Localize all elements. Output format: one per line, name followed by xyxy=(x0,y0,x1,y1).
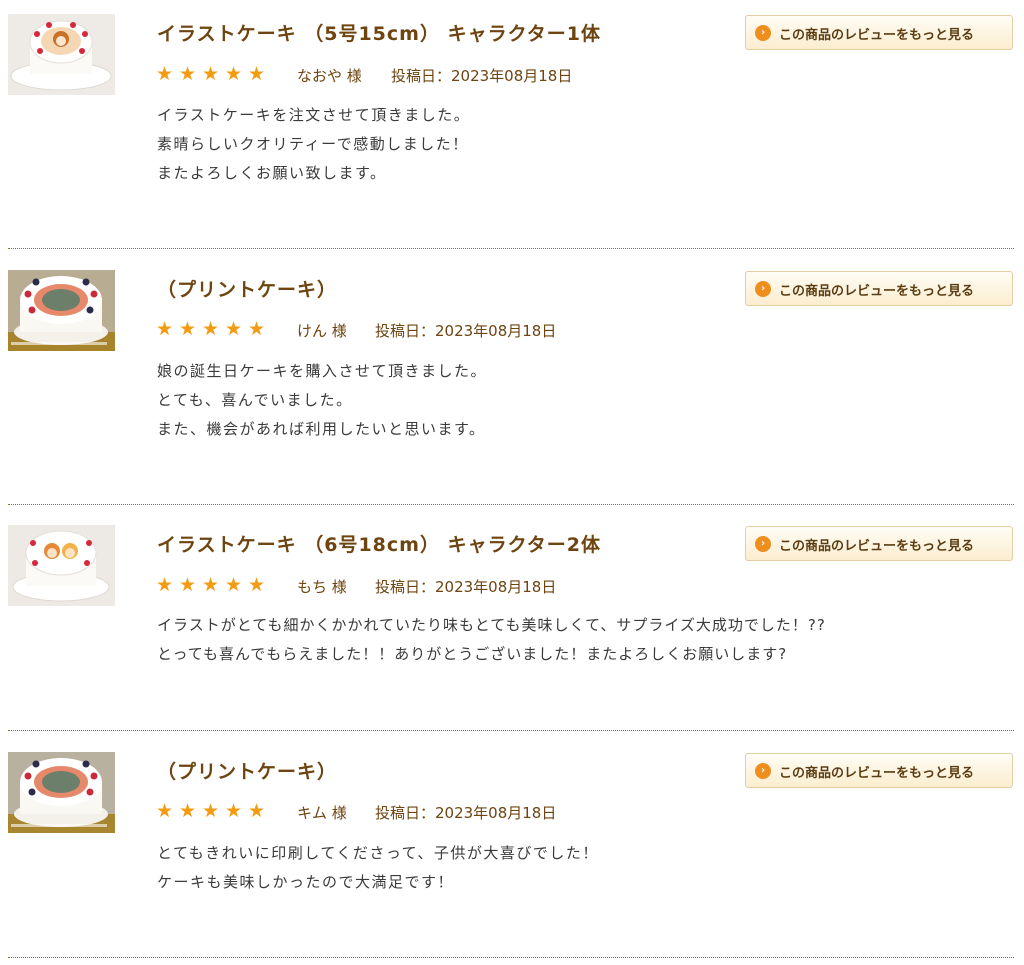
rating-stars: ★ ★ ★ ★ ★ xyxy=(156,574,271,596)
star-icon: ★ xyxy=(179,574,197,596)
star-icon: ★ xyxy=(202,63,220,85)
review-text: イラストがとても細かくかかれていたり味もとても美味しくて、サプライズ大成功でした… xyxy=(157,611,826,669)
review-line: とてもきれいに印刷してくださって、子供が大喜びでした！ xyxy=(157,844,599,862)
reviewer-name: けん 様 xyxy=(297,322,347,340)
review-line: 素晴らしいクオリティーで感動しました！ xyxy=(157,135,469,153)
product-thumbnail[interactable] xyxy=(8,752,115,833)
star-icon: ★ xyxy=(225,63,243,85)
cake-image xyxy=(8,752,115,833)
review-divider xyxy=(8,957,1014,958)
more-reviews-label: この商品のレビューをもっと見る xyxy=(779,284,975,299)
star-icon: ★ xyxy=(225,318,243,340)
more-reviews-button[interactable]: › この商品のレビューをもっと見る xyxy=(745,753,1013,788)
rating-stars: ★ ★ ★ ★ ★ xyxy=(156,63,271,85)
review-line: イラストがとても細かくかかれていたり味もとても美味しくて、サプライズ大成功でした… xyxy=(157,616,826,634)
review-line: ケーキも美味しかったので大満足です！ xyxy=(157,873,455,891)
star-icon: ★ xyxy=(156,63,174,85)
review-line: 娘の誕生日ケーキを購入させて頂きました。 xyxy=(157,362,488,380)
reviewer-name: なおや 様 xyxy=(297,67,362,85)
more-reviews-button[interactable]: › この商品のレビューをもっと見る xyxy=(745,15,1013,50)
review-line: とても、喜んでいました。 xyxy=(157,391,353,409)
star-icon: ★ xyxy=(202,800,220,822)
post-date: 投稿日：2023年08月18日 xyxy=(391,67,573,85)
reviewer-name: もち 様 xyxy=(297,578,347,596)
star-icon: ★ xyxy=(248,574,266,596)
star-icon: ★ xyxy=(156,574,174,596)
star-icon: ★ xyxy=(156,318,174,340)
star-icon: ★ xyxy=(225,574,243,596)
star-icon: ★ xyxy=(248,318,266,340)
star-icon: ★ xyxy=(202,318,220,340)
chevron-right-icon: › xyxy=(755,763,771,779)
more-reviews-label: この商品のレビューをもっと見る xyxy=(779,766,975,781)
star-icon: ★ xyxy=(179,63,197,85)
product-title[interactable]: （プリントケーキ） xyxy=(157,757,337,784)
cake-image xyxy=(8,14,115,95)
chevron-right-icon: › xyxy=(755,25,771,41)
review-line: イラストケーキを注文させて頂きました。 xyxy=(157,106,471,124)
review-divider xyxy=(8,248,1014,249)
rating-stars: ★ ★ ★ ★ ★ xyxy=(156,800,271,822)
star-icon: ★ xyxy=(202,574,220,596)
product-thumbnail[interactable] xyxy=(8,525,115,606)
star-icon: ★ xyxy=(248,63,266,85)
cake-image xyxy=(8,270,115,351)
star-icon: ★ xyxy=(225,800,243,822)
review-divider xyxy=(8,730,1014,731)
chevron-right-icon: › xyxy=(755,281,771,297)
more-reviews-button[interactable]: › この商品のレビューをもっと見る xyxy=(745,271,1013,306)
review-line: とっても喜んでもらえました！！ありがとうございました！またよろしくお願いします? xyxy=(157,645,788,663)
product-title[interactable]: イラストケーキ （6号18cm） キャラクター2体 xyxy=(157,530,601,557)
review-text: イラストケーキを注文させて頂きました。 素晴らしいクオリティーで感動しました！ … xyxy=(157,101,470,188)
review-text: とてもきれいに印刷してくださって、子供が大喜びでした！ ケーキも美味しかったので… xyxy=(157,839,599,897)
product-title[interactable]: （プリントケーキ） xyxy=(157,275,337,302)
product-title[interactable]: イラストケーキ （5号15cm） キャラクター1体 xyxy=(157,19,601,46)
rating-stars: ★ ★ ★ ★ ★ xyxy=(156,318,271,340)
product-thumbnail[interactable] xyxy=(8,14,115,95)
chevron-right-icon: › xyxy=(755,536,771,552)
cake-image xyxy=(8,525,115,606)
review-line: また、機会があれば利用したいと思います。 xyxy=(157,420,486,438)
review-text: 娘の誕生日ケーキを購入させて頂きました。 とても、喜んでいました。 また、機会が… xyxy=(157,357,487,444)
review-divider xyxy=(8,504,1014,505)
star-icon: ★ xyxy=(179,800,197,822)
more-reviews-label: この商品のレビューをもっと見る xyxy=(779,539,975,554)
more-reviews-button[interactable]: › この商品のレビューをもっと見る xyxy=(745,526,1013,561)
review-line: またよろしくお願い致します。 xyxy=(157,164,387,182)
post-date: 投稿日：2023年08月18日 xyxy=(375,322,557,340)
post-date: 投稿日：2023年08月18日 xyxy=(375,804,557,822)
star-icon: ★ xyxy=(179,318,197,340)
star-icon: ★ xyxy=(248,800,266,822)
reviewer-name: キム 様 xyxy=(297,804,347,822)
product-thumbnail[interactable] xyxy=(8,270,115,351)
star-icon: ★ xyxy=(156,800,174,822)
more-reviews-label: この商品のレビューをもっと見る xyxy=(779,28,975,43)
post-date: 投稿日：2023年08月18日 xyxy=(375,578,557,596)
